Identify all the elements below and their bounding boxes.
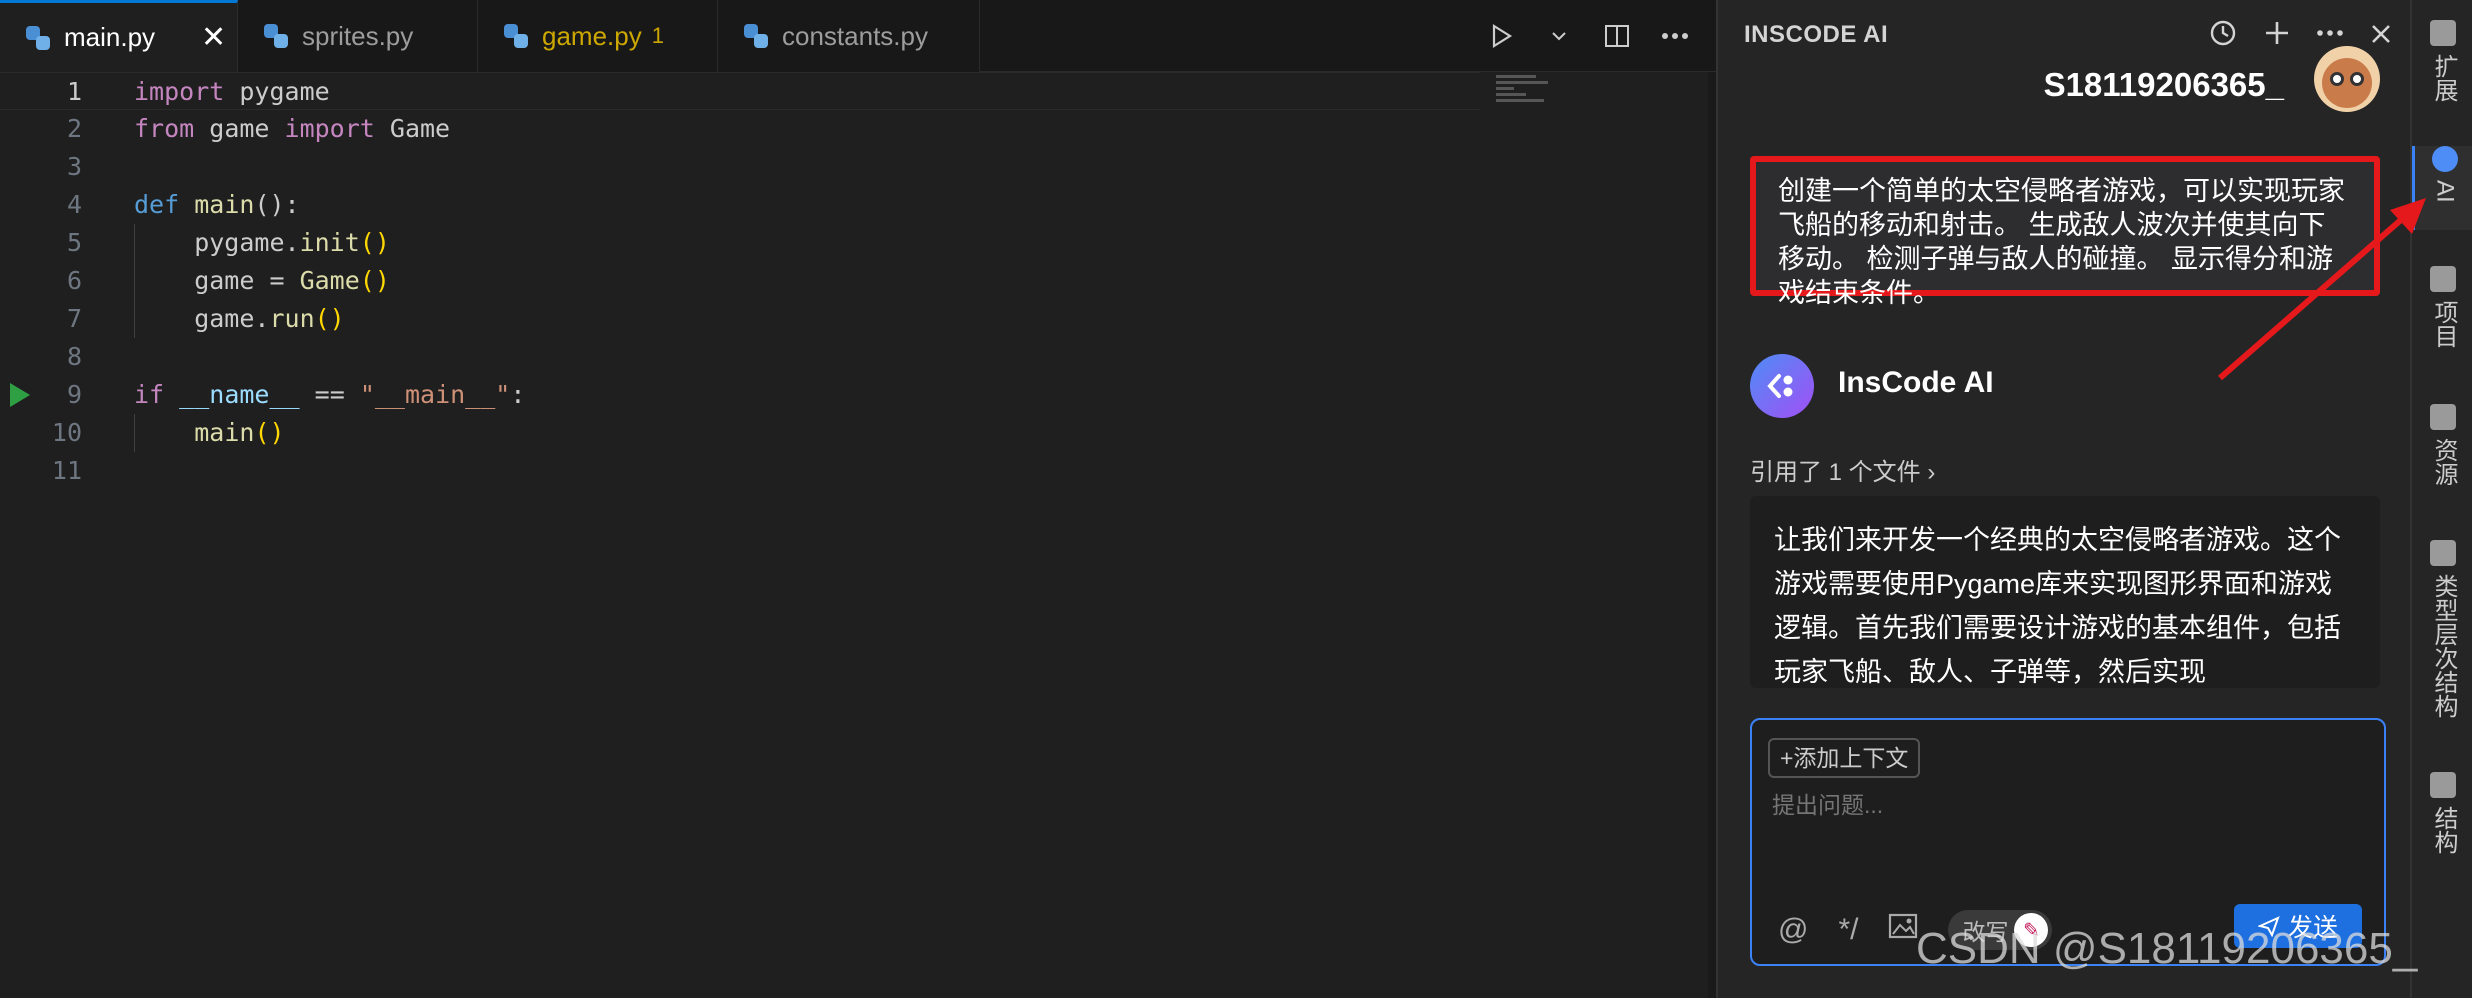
sidebar-item-structure[interactable]: 结构 <box>2412 772 2472 868</box>
sidebar-item-extensions[interactable]: 扩展 <box>2412 20 2472 116</box>
python-file-icon <box>26 25 50 50</box>
activity-bar: 扩展 AI 项目 资源 类型层次结构 结构 <box>2410 0 2472 998</box>
line-number: 3 <box>66 152 82 181</box>
user-name: S18119206365_ <box>2043 66 2284 103</box>
code-line: 4 def main(): <box>0 186 1480 224</box>
hierarchy-icon <box>2430 540 2456 566</box>
sidebar-item-ai[interactable]: AI <box>2412 146 2472 230</box>
code-line: 2 from game import Game <box>0 110 1480 148</box>
assistant-name: InsCode AI <box>1838 366 1994 399</box>
tab-label: game.py <box>542 20 642 51</box>
more-icon[interactable] <box>1660 21 1690 51</box>
assistant-message: 让我们来开发一个经典的太空侵略者游戏。这个游戏需要使用Pygame库来实现图形界… <box>1750 496 2380 688</box>
code-editor: main.py ✕ sprites.py game.py 1 constants… <box>0 0 1716 998</box>
tab-main-py[interactable]: main.py ✕ <box>0 0 238 72</box>
editor-scrollbar[interactable] <box>1708 72 1716 998</box>
code-line: 5 pygame.init() <box>0 224 1480 262</box>
editor-actions <box>1486 0 1716 72</box>
inscode-ai-panel: INSCODE AI S18119206365_ 创建一个简单的太空侵略者游戏，… <box>1716 0 2410 998</box>
tab-label: constants.py <box>782 20 928 51</box>
code-text: pygame.init() <box>134 228 390 257</box>
close-icon[interactable] <box>2368 18 2394 56</box>
resources-icon <box>2430 404 2456 430</box>
tab-constants-py[interactable]: constants.py <box>718 0 980 72</box>
sidebar-item-label: 资源 <box>2430 438 2457 486</box>
panel-header: INSCODE AI <box>1718 0 2412 70</box>
sidebar-item-label: 结构 <box>2430 806 2457 854</box>
line-number: 6 <box>66 266 82 295</box>
code-line: 7 game.run() <box>0 300 1480 338</box>
code-line: 6 game = Game() <box>0 262 1480 300</box>
problem-count-badge: 1 <box>651 23 664 48</box>
structure-icon <box>2430 772 2456 798</box>
code-text: def main(): <box>134 190 300 219</box>
split-editor-icon[interactable] <box>1602 21 1632 51</box>
code-text: import pygame <box>134 77 330 106</box>
python-file-icon <box>264 24 288 48</box>
extensions-icon <box>2430 20 2456 46</box>
panel-actions <box>2208 18 2394 56</box>
run-icon[interactable] <box>1486 21 1516 51</box>
sidebar-item-project[interactable]: 项目 <box>2412 266 2472 362</box>
code-line: 1 import pygame <box>0 72 1480 110</box>
python-file-icon <box>744 24 768 48</box>
slash-command-icon[interactable]: */ <box>1838 913 1858 947</box>
sidebar-item-label: 类型层次结构 <box>2430 574 2457 718</box>
python-file-icon <box>504 24 528 48</box>
mention-icon[interactable]: @ <box>1778 913 1808 947</box>
tab-sprites-py[interactable]: sprites.py <box>238 0 478 72</box>
code-line: 10 main() <box>0 414 1480 452</box>
code-text: from game import Game <box>134 114 451 143</box>
code-line: 8 <box>0 338 1480 376</box>
project-icon <box>2430 266 2456 292</box>
code-text: if __name__ == "__main__": <box>134 380 526 409</box>
code-text: game.run() <box>134 304 345 333</box>
history-icon[interactable] <box>2208 18 2238 56</box>
line-number: 7 <box>66 304 82 333</box>
code-line: 3 <box>0 148 1480 186</box>
code-text: main() <box>194 418 285 447</box>
citation-link[interactable]: 引用了 1 个文件 › <box>1750 452 1935 487</box>
line-number: 1 <box>66 77 82 106</box>
line-number: 2 <box>66 114 82 143</box>
line-number: 4 <box>66 190 82 219</box>
tab-label: main.py <box>64 22 156 52</box>
chevron-down-icon[interactable] <box>1544 21 1574 51</box>
question-input[interactable] <box>1772 792 2352 819</box>
inscode-logo-icon <box>1750 354 1814 418</box>
watermark: CSDN @S18119206365_ <box>1916 924 2418 973</box>
code-area[interactable]: 1 import pygame 2 from game import Game … <box>0 72 1716 998</box>
line-number: 5 <box>66 228 82 257</box>
add-context-button[interactable]: +添加上下文 <box>1768 738 1921 778</box>
tab-game-py[interactable]: game.py 1 <box>478 0 718 72</box>
line-number: 9 <box>66 380 82 409</box>
sidebar-item-resources[interactable]: 资源 <box>2412 404 2472 500</box>
line-number: 10 <box>51 418 82 447</box>
user-message: 创建一个简单的太空侵略者游戏，可以实现玩家飞船的移动和射击。 生成敌人波次并使其… <box>1750 156 2380 308</box>
sidebar-item-label: AI <box>2431 180 2459 203</box>
code-text: game = Game() <box>134 266 390 295</box>
sidebar-item-label: 扩展 <box>2430 54 2457 102</box>
sidebar-item-label: 项目 <box>2430 300 2457 348</box>
sidebar-item-type-hierarchy[interactable]: 类型层次结构 <box>2412 540 2472 736</box>
line-number: 8 <box>66 342 82 371</box>
avatar <box>2314 46 2380 112</box>
code-line: 11 <box>0 452 1480 490</box>
panel-title: INSCODE AI <box>1744 21 1889 48</box>
ai-icon <box>2431 146 2458 172</box>
image-icon[interactable] <box>1888 912 1918 948</box>
code-line: 9 if __name__ == "__main__": <box>0 376 1480 414</box>
tab-label: sprites.py <box>302 20 414 51</box>
new-chat-icon[interactable] <box>2262 18 2292 56</box>
close-icon[interactable]: ✕ <box>201 20 226 55</box>
editor-tab-bar: main.py ✕ sprites.py game.py 1 constants… <box>0 0 1716 72</box>
line-number: 11 <box>51 456 82 485</box>
